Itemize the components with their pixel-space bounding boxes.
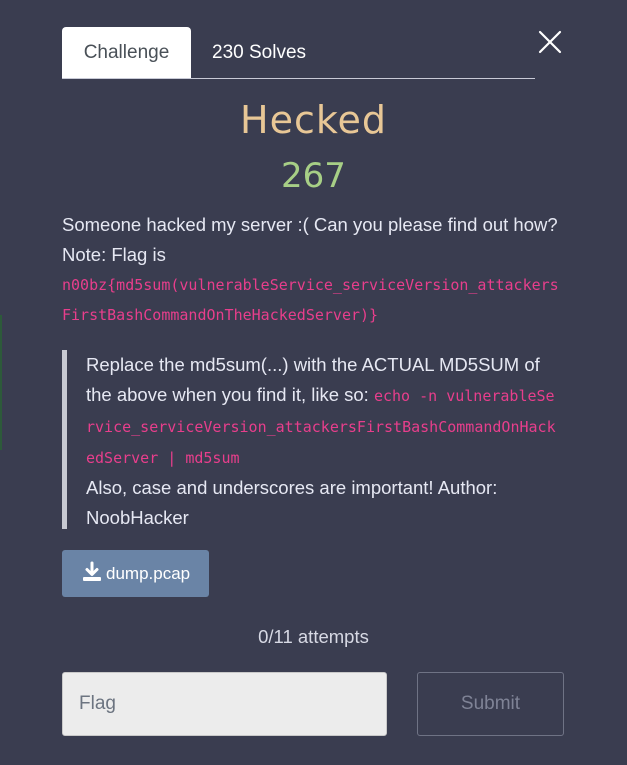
challenge-value: 267	[281, 156, 346, 196]
close-icon[interactable]	[537, 29, 563, 55]
description-text: Someone hacked my server :( Can you plea…	[62, 214, 558, 265]
download-icon	[81, 554, 103, 581]
tab-challenge[interactable]: Challenge	[62, 27, 191, 78]
tab-solves[interactable]: 230 Solves	[212, 27, 306, 78]
challenge-modal: Challenge 230 Solves Hecked 267 Someone …	[0, 0, 627, 765]
challenge-tabs: Challenge 230 Solves	[62, 27, 535, 79]
attempts-counter: 0/11 attempts	[258, 626, 369, 647]
flag-input[interactable]	[62, 672, 387, 736]
challenge-name: Hecked	[240, 98, 387, 142]
download-label: dump.pcap	[106, 564, 191, 583]
background-strip	[0, 315, 2, 450]
note-tail: Also, case and underscores are important…	[86, 477, 498, 528]
note-blockquote: Replace the md5sum(...) with the ACTUAL …	[62, 350, 562, 529]
download-file-button[interactable]: dump.pcap	[62, 550, 209, 597]
challenge-description: Someone hacked my server :( Can you plea…	[62, 210, 562, 330]
flag-format-code: n00bz{md5sum(vulnerableService_serviceVe…	[62, 276, 559, 324]
submit-button[interactable]: Submit	[417, 672, 564, 736]
